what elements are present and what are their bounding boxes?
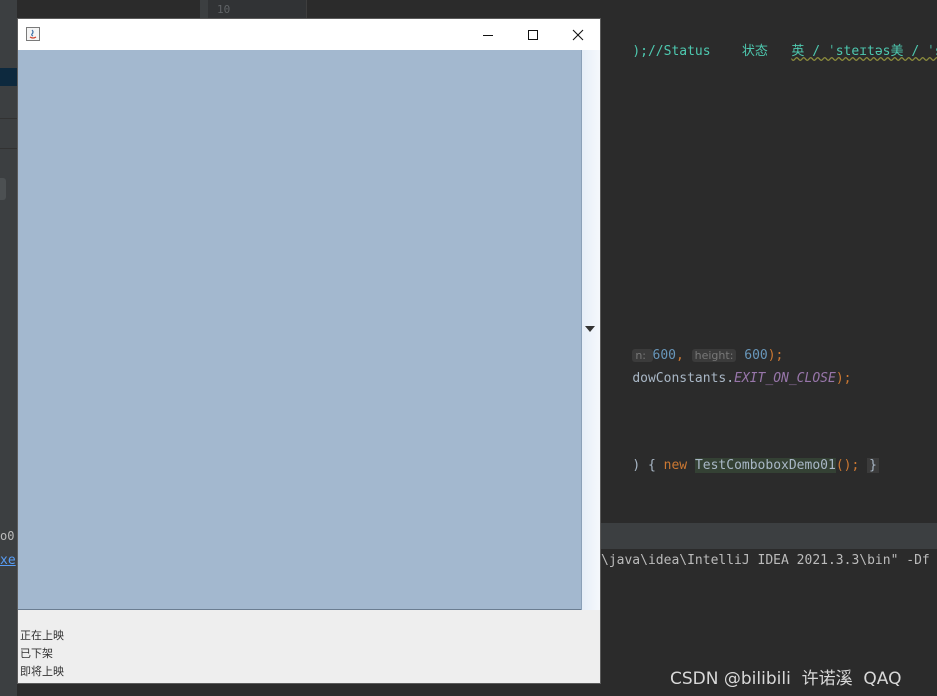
run-console-path: \java\idea\IntelliJ IDEA 2021.3.3\bin" -… <box>601 553 930 568</box>
title-bar[interactable] <box>18 19 600 51</box>
minimize-button[interactable] <box>465 19 511 50</box>
java-app-icon <box>26 27 40 41</box>
maximize-button[interactable] <box>510 19 556 50</box>
ide-project-panel <box>0 0 17 696</box>
exe-link[interactable]: xe <box>0 553 16 568</box>
list-item[interactable]: 正在上映 <box>20 629 64 643</box>
project-selected-row[interactable] <box>0 68 17 86</box>
run-panel-header <box>601 523 937 549</box>
list-item[interactable]: 已下架 <box>20 647 53 661</box>
close-button[interactable] <box>555 19 601 50</box>
combobox-field[interactable] <box>18 50 600 610</box>
code-line-close-op[interactable]: dowConstants.EXIT_ON_CLOSE); <box>601 356 851 401</box>
minimize-icon <box>483 34 493 36</box>
editor-gutter: 10 <box>200 0 307 18</box>
swing-window[interactable]: 正在上映 已下架 即将上映 <box>17 18 601 684</box>
combobox-list[interactable]: 正在上映 已下架 即将上映 <box>18 611 600 683</box>
watermark: CSDN @bilibili 许诺溪 QAQ <box>670 669 902 689</box>
code-line-main[interactable]: ) { new TestComboboxDemo01(); } <box>601 443 879 488</box>
run-tab-label[interactable]: o0 <box>0 529 14 543</box>
chevron-down-icon <box>585 326 595 332</box>
list-item[interactable]: 即将上映 <box>20 665 64 679</box>
panel-button[interactable] <box>0 178 6 200</box>
line-number: 10 <box>217 3 231 16</box>
maximize-icon <box>528 29 538 40</box>
close-icon <box>572 29 584 40</box>
code-line-status[interactable]: );//Status 状态 英 / ˈsteɪtəs美 / ˈst <box>601 25 937 74</box>
combobox-arrow-button[interactable] <box>581 50 600 610</box>
